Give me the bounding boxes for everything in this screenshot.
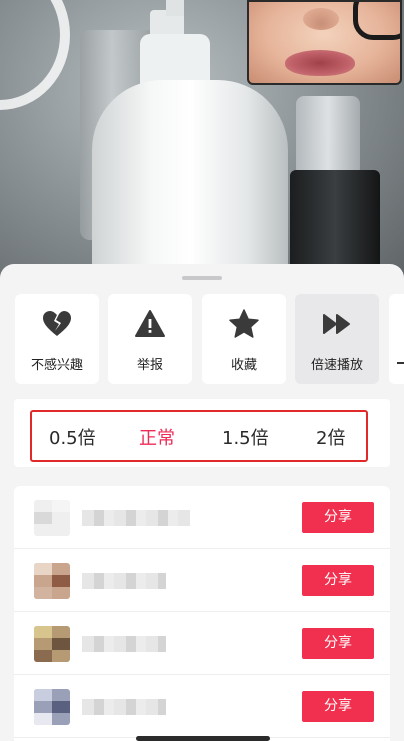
contact-name-blurred xyxy=(82,510,190,526)
list-item: 分享 xyxy=(14,486,390,549)
face-nose xyxy=(303,8,339,30)
white-bottle xyxy=(92,80,288,280)
speed-options-highlight: 0.5倍 正常 1.5倍 2倍 xyxy=(30,410,368,462)
star-icon xyxy=(229,309,259,338)
share-button[interactable]: 分享 xyxy=(302,691,374,722)
contact-name-blurred xyxy=(82,699,166,715)
share-contact-list: 分享 分享 分享 分享 xyxy=(14,486,390,741)
speed-option-1-5x[interactable]: 1.5倍 xyxy=(222,424,269,450)
avatar xyxy=(34,689,70,725)
speed-option-2x[interactable]: 2倍 xyxy=(316,424,345,450)
report-button[interactable]: 举报 xyxy=(108,294,192,384)
webcam-overlay[interactable] xyxy=(247,0,402,85)
action-label: 举报 xyxy=(136,358,163,373)
speed-option-0-5x[interactable]: 0.5倍 xyxy=(49,424,96,450)
action-row: 不感兴趣 举报 收藏 倍速播放 xyxy=(15,294,404,384)
action-sheet: 不感兴趣 举报 收藏 倍速播放 0.5倍 正常 1.5倍 2倍 分享 分享 分享… xyxy=(0,264,404,741)
spray-cap xyxy=(296,96,360,176)
ring-light xyxy=(0,0,70,110)
action-label: 不感兴趣 xyxy=(30,358,83,373)
contact-name-blurred xyxy=(82,573,166,589)
face-lips xyxy=(285,50,355,76)
action-label: 收藏 xyxy=(230,358,257,373)
share-button[interactable]: 分享 xyxy=(302,628,374,659)
favorite-button[interactable]: 收藏 xyxy=(202,294,286,384)
fast-forward-icon xyxy=(323,314,350,334)
avatar xyxy=(34,626,70,662)
action-label: 倍速播放 xyxy=(310,358,363,373)
home-indicator[interactable] xyxy=(136,736,270,741)
warning-icon xyxy=(135,310,165,337)
contact-name-blurred xyxy=(82,636,166,652)
not-interested-button[interactable]: 不感兴趣 xyxy=(15,294,99,384)
face-glasses xyxy=(353,2,400,40)
playback-speed-button[interactable]: 倍速播放 xyxy=(295,294,379,384)
list-item: 分享 xyxy=(14,675,390,738)
action-more-partial[interactable] xyxy=(389,294,404,384)
avatar xyxy=(34,563,70,599)
broken-heart-icon xyxy=(43,311,71,336)
list-item: 分享 xyxy=(14,549,390,612)
share-button[interactable]: 分享 xyxy=(302,565,374,596)
list-item: 分享 xyxy=(14,612,390,675)
sheet-drag-handle[interactable] xyxy=(182,276,222,280)
more-dash xyxy=(397,362,404,364)
video-player[interactable] xyxy=(0,0,404,290)
share-button[interactable]: 分享 xyxy=(302,502,374,533)
avatar xyxy=(34,500,70,536)
pump-head xyxy=(166,0,184,16)
speed-panel: 0.5倍 正常 1.5倍 2倍 xyxy=(14,399,390,467)
speed-option-normal[interactable]: 正常 xyxy=(139,424,175,450)
